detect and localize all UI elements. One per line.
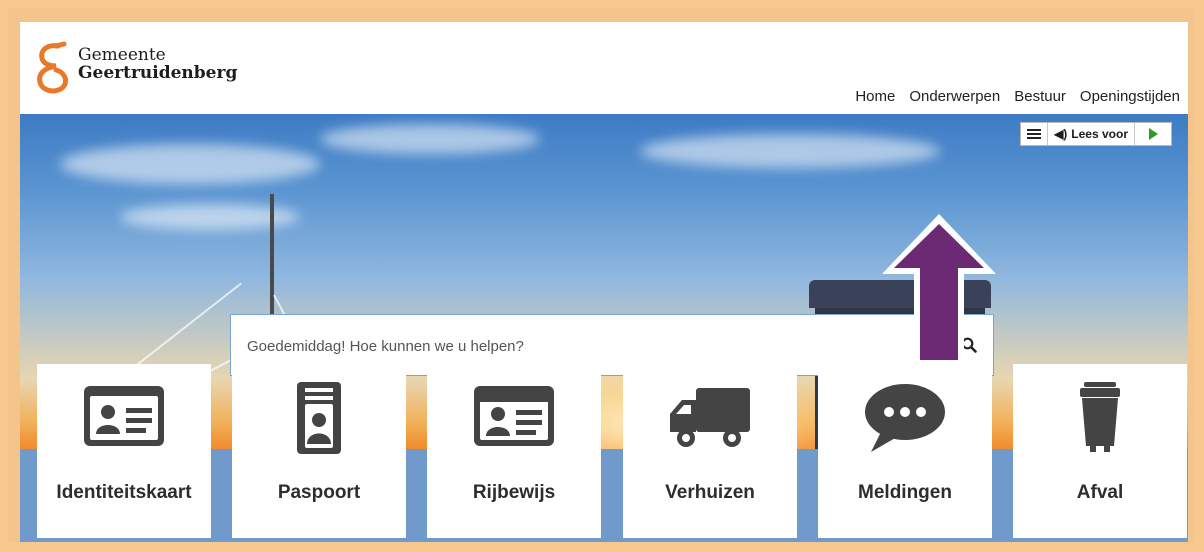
logo-icon[interactable]: [30, 40, 70, 100]
tile-label: Paspoort: [277, 482, 361, 503]
cloud: [640, 134, 940, 168]
id-card-icon: [84, 386, 164, 446]
tile-rijbewijs[interactable]: Rijbewijs: [427, 364, 601, 538]
page: Gemeente Geertruidenberg Home Onderwerpe…: [20, 22, 1188, 542]
read-aloud-button[interactable]: ◀) Lees voor: [1048, 123, 1135, 145]
tile-identiteitskaart[interactable]: Identiteitskaart: [37, 364, 211, 538]
read-aloud-toolbar: ◀) Lees voor: [1020, 122, 1172, 146]
hamburger-icon: [1027, 127, 1042, 141]
nav-openingstijden[interactable]: Openingstijden: [1080, 88, 1180, 105]
tile-meldingen[interactable]: Meldingen: [818, 364, 992, 538]
tile-paspoort[interactable]: Paspoort: [232, 364, 406, 538]
brand-line1: Gemeente: [78, 45, 166, 65]
play-button[interactable]: [1135, 123, 1171, 145]
tile-afval[interactable]: Afval: [1013, 364, 1187, 538]
speaker-icon: ◀): [1054, 127, 1068, 141]
tile-label: Identiteitskaart: [56, 482, 192, 503]
cloud: [320, 124, 540, 154]
annotation-frame: Gemeente Geertruidenberg Home Onderwerpe…: [8, 8, 1194, 542]
trash-bin-icon: [1080, 382, 1120, 452]
site-header: Gemeente Geertruidenberg Home Onderwerpe…: [20, 22, 1188, 114]
read-aloud-label: Lees voor: [1071, 127, 1128, 141]
drivers-license-icon: [474, 386, 554, 446]
tile-label: Rijbewijs: [472, 482, 556, 503]
main-nav: Home Onderwerpen Bestuur Openingstijden: [855, 88, 1180, 105]
menu-button[interactable]: [1021, 123, 1049, 145]
nav-home[interactable]: Home: [855, 88, 895, 105]
up-arrow-annotation-icon: [882, 214, 996, 366]
tile-label: Meldingen: [858, 482, 952, 503]
truck-icon: [670, 388, 750, 447]
brand-name[interactable]: Gemeente Geertruidenberg: [78, 46, 237, 82]
tile-verhuizen[interactable]: Verhuizen: [623, 364, 797, 538]
passport-icon: [297, 382, 341, 454]
brand-line2: Geertruidenberg: [78, 63, 238, 83]
cloud: [60, 144, 320, 184]
tile-label: Verhuizen: [665, 482, 755, 503]
play-icon: [1148, 128, 1158, 140]
tile-label: Afval: [1076, 482, 1124, 503]
speech-bubble-icon: [865, 384, 945, 452]
nav-bestuur[interactable]: Bestuur: [1014, 88, 1066, 105]
nav-onderwerpen[interactable]: Onderwerpen: [909, 88, 1000, 105]
